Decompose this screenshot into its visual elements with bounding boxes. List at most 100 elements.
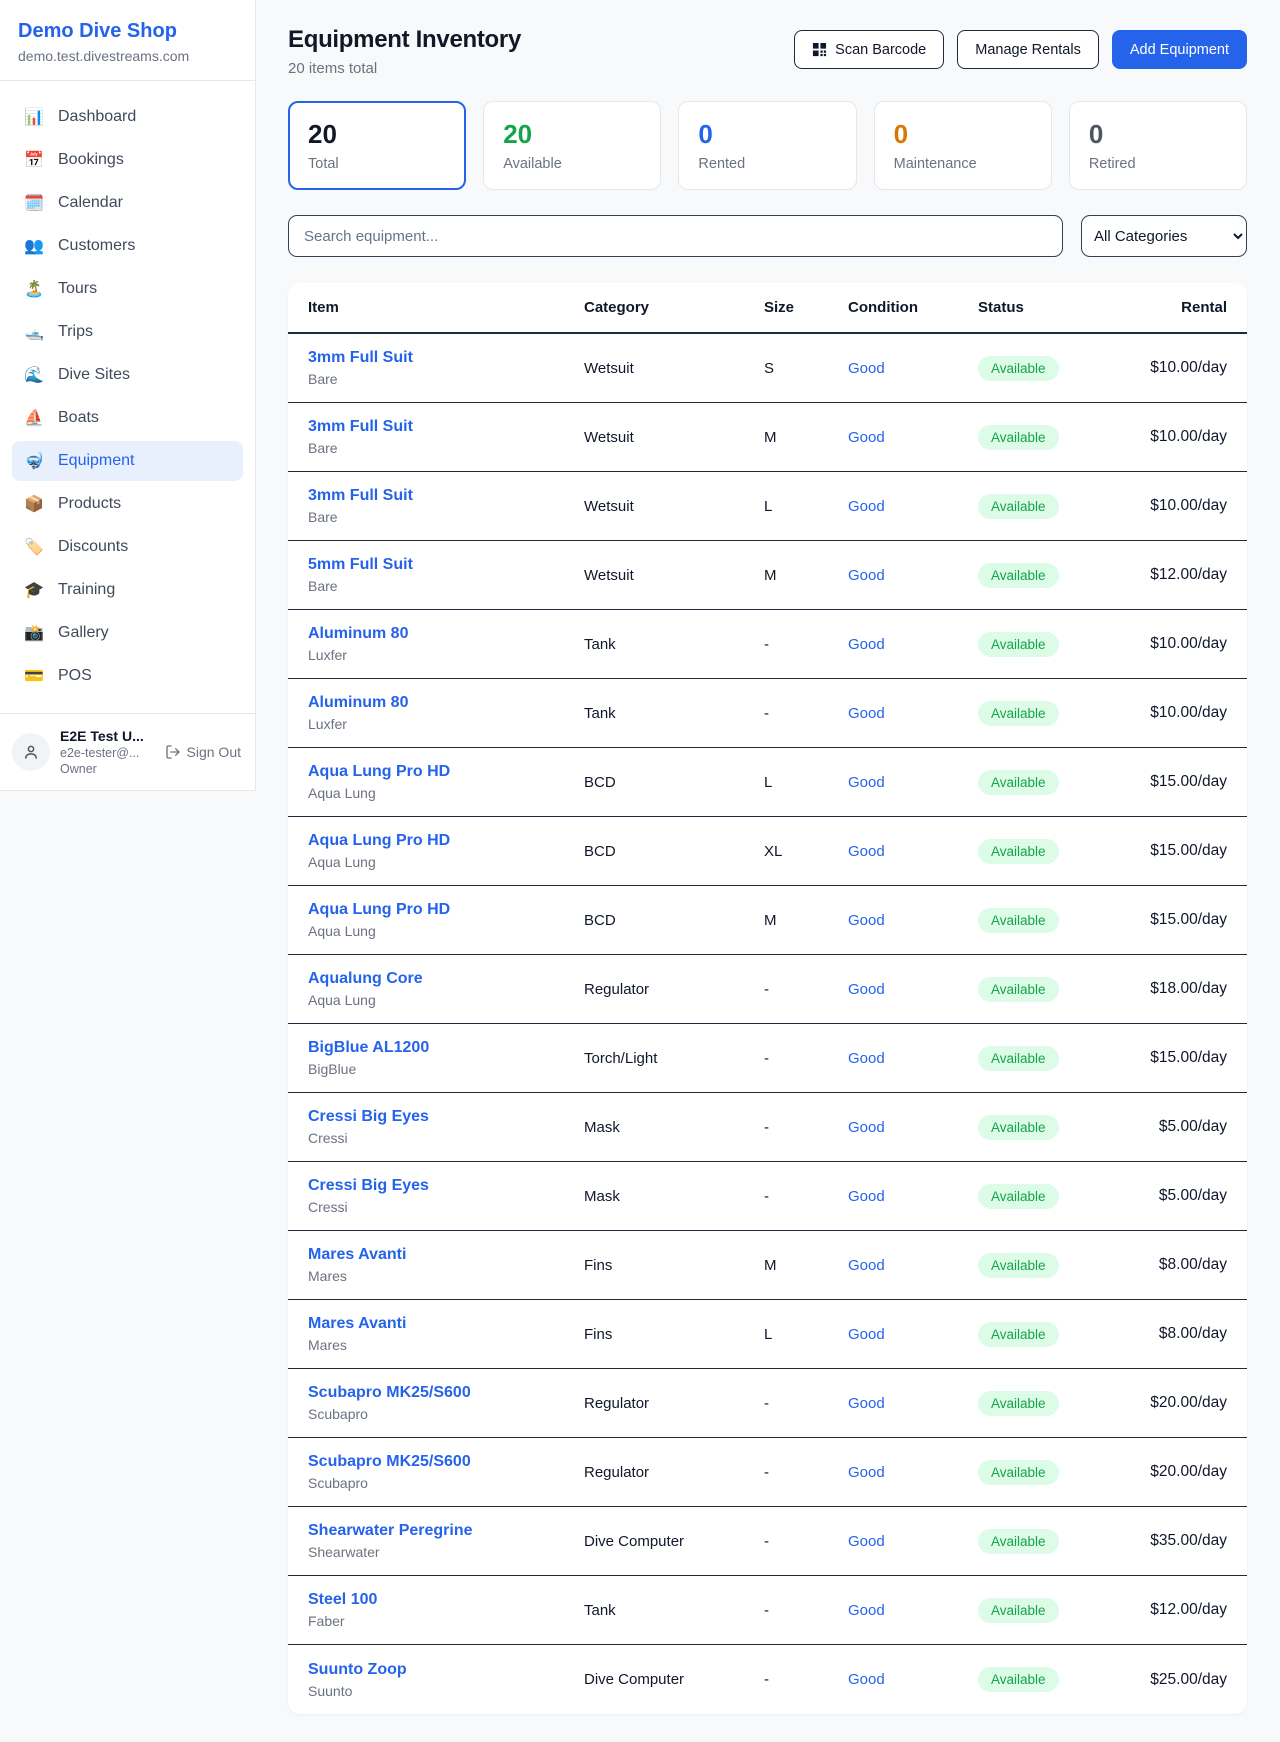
item-name-link[interactable]: Steel 100 [308, 1591, 377, 1608]
item-condition-link[interactable]: Good [848, 429, 885, 446]
item-condition-link[interactable]: Good [848, 567, 885, 584]
stat-card-maintenance[interactable]: 0 Maintenance [874, 101, 1052, 190]
status-badge: Available [978, 1322, 1059, 1347]
manage-rentals-button[interactable]: Manage Rentals [957, 30, 1099, 69]
sign-out-button[interactable]: Sign Out [165, 744, 241, 760]
item-size: L [764, 1326, 848, 1343]
item-condition-link[interactable]: Good [848, 843, 885, 860]
scan-barcode-label: Scan Barcode [835, 42, 926, 58]
item-rental: $8.00/day [1138, 1256, 1227, 1274]
column-header-status: Status [978, 299, 1138, 316]
sidebar-item-dashboard[interactable]: 📊 Dashboard [12, 97, 243, 137]
item-condition-link[interactable]: Good [848, 774, 885, 791]
scan-barcode-button[interactable]: Scan Barcode [794, 30, 944, 69]
item-condition-link[interactable]: Good [848, 360, 885, 377]
item-brand: Aqua Lung [308, 923, 584, 939]
item-name-link[interactable]: Aluminum 80 [308, 625, 408, 642]
user-name: E2E Test U... [60, 728, 144, 744]
sidebar-item-gallery[interactable]: 📸 Gallery [12, 613, 243, 653]
item-name-link[interactable]: 3mm Full Suit [308, 487, 413, 504]
item-condition-link[interactable]: Good [848, 1671, 885, 1688]
item-condition-link[interactable]: Good [848, 981, 885, 998]
item-name-link[interactable]: Aqua Lung Pro HD [308, 901, 450, 918]
item-name-link[interactable]: Aqua Lung Pro HD [308, 763, 450, 780]
item-condition-link[interactable]: Good [848, 1119, 885, 1136]
sidebar-item-pos[interactable]: 💳 POS [12, 656, 243, 696]
sidebar-item-trips[interactable]: 🛥️ Trips [12, 312, 243, 352]
item-name-link[interactable]: 5mm Full Suit [308, 556, 413, 573]
item-condition-link[interactable]: Good [848, 1533, 885, 1550]
item-condition-link[interactable]: Good [848, 1257, 885, 1274]
table-row: Suunto Zoop Suunto Dive Computer - Good … [288, 1645, 1247, 1714]
sidebar-item-discounts[interactable]: 🏷️ Discounts [12, 527, 243, 567]
item-name-link[interactable]: 3mm Full Suit [308, 418, 413, 435]
item-condition-link[interactable]: Good [848, 498, 885, 515]
item-name-link[interactable]: Cressi Big Eyes [308, 1177, 429, 1194]
item-name-link[interactable]: Aqua Lung Pro HD [308, 832, 450, 849]
sidebar-item-label: Discounts [58, 538, 128, 556]
status-badge: Available [978, 494, 1059, 519]
sidebar-item-boats[interactable]: ⛵ Boats [12, 398, 243, 438]
status-badge: Available [978, 1667, 1059, 1692]
item-category: Fins [584, 1257, 764, 1274]
item-size: XL [764, 843, 848, 860]
item-name-link[interactable]: Aqualung Core [308, 970, 423, 987]
item-name-link[interactable]: Suunto Zoop [308, 1661, 407, 1678]
item-name-link[interactable]: 3mm Full Suit [308, 349, 413, 366]
item-brand: Suunto [308, 1683, 584, 1699]
sidebar-item-customers[interactable]: 👥 Customers [12, 226, 243, 266]
brand-title[interactable]: Demo Dive Shop [18, 20, 237, 43]
item-rental: $35.00/day [1138, 1532, 1227, 1550]
item-name-link[interactable]: Scubapro MK25/S600 [308, 1384, 471, 1401]
item-brand: Bare [308, 509, 584, 525]
item-brand: Shearwater [308, 1544, 584, 1560]
table-row: Cressi Big Eyes Cressi Mask - Good Avail… [288, 1093, 1247, 1162]
status-badge: Available [978, 1391, 1059, 1416]
item-condition-link[interactable]: Good [848, 1395, 885, 1412]
sidebar-item-bookings[interactable]: 📅 Bookings [12, 140, 243, 180]
item-condition-link[interactable]: Good [848, 1326, 885, 1343]
item-condition-link[interactable]: Good [848, 1602, 885, 1619]
item-size: - [764, 636, 848, 653]
item-name-link[interactable]: Mares Avanti [308, 1246, 406, 1263]
sidebar-item-dive-sites[interactable]: 🌊 Dive Sites [12, 355, 243, 395]
sidebar-item-tours[interactable]: 🏝️ Tours [12, 269, 243, 309]
item-name-link[interactable]: Shearwater Peregrine [308, 1522, 473, 1539]
item-name-link[interactable]: Mares Avanti [308, 1315, 406, 1332]
stat-value: 20 [503, 119, 641, 150]
item-condition-link[interactable]: Good [848, 912, 885, 929]
item-name-link[interactable]: Scubapro MK25/S600 [308, 1453, 471, 1470]
add-equipment-button[interactable]: Add Equipment [1112, 30, 1247, 69]
item-name-link[interactable]: Aluminum 80 [308, 694, 408, 711]
item-size: - [764, 1050, 848, 1067]
table-row: 3mm Full Suit Bare Wetsuit S Good Availa… [288, 334, 1247, 403]
item-condition-link[interactable]: Good [848, 705, 885, 722]
item-condition-link[interactable]: Good [848, 1188, 885, 1205]
item-name-link[interactable]: Cressi Big Eyes [308, 1108, 429, 1125]
item-rental: $25.00/day [1138, 1671, 1227, 1689]
item-category: Tank [584, 636, 764, 653]
sidebar-item-label: Equipment [58, 452, 135, 470]
item-rental: $12.00/day [1138, 566, 1227, 584]
sidebar-item-equipment[interactable]: 🤿 Equipment [12, 441, 243, 481]
stat-card-available[interactable]: 20 Available [483, 101, 661, 190]
item-brand: Scubapro [308, 1475, 584, 1491]
sidebar-item-products[interactable]: 📦 Products [12, 484, 243, 524]
status-badge: Available [978, 1253, 1059, 1278]
item-category: Regulator [584, 1395, 764, 1412]
status-badge: Available [978, 1460, 1059, 1485]
stat-card-rented[interactable]: 0 Rented [678, 101, 856, 190]
item-name-link[interactable]: BigBlue AL1200 [308, 1039, 429, 1056]
table-row: 3mm Full Suit Bare Wetsuit M Good Availa… [288, 403, 1247, 472]
item-condition-link[interactable]: Good [848, 1464, 885, 1481]
sidebar-item-calendar[interactable]: 🗓️ Calendar [12, 183, 243, 223]
sidebar-item-training[interactable]: 🎓 Training [12, 570, 243, 610]
stat-card-retired[interactable]: 0 Retired [1069, 101, 1247, 190]
status-badge: Available [978, 356, 1059, 381]
stat-card-total[interactable]: 20 Total [288, 101, 466, 190]
item-rental: $15.00/day [1138, 773, 1227, 791]
category-select[interactable]: All Categories [1081, 215, 1247, 257]
item-condition-link[interactable]: Good [848, 1050, 885, 1067]
search-input[interactable] [288, 215, 1063, 257]
item-condition-link[interactable]: Good [848, 636, 885, 653]
